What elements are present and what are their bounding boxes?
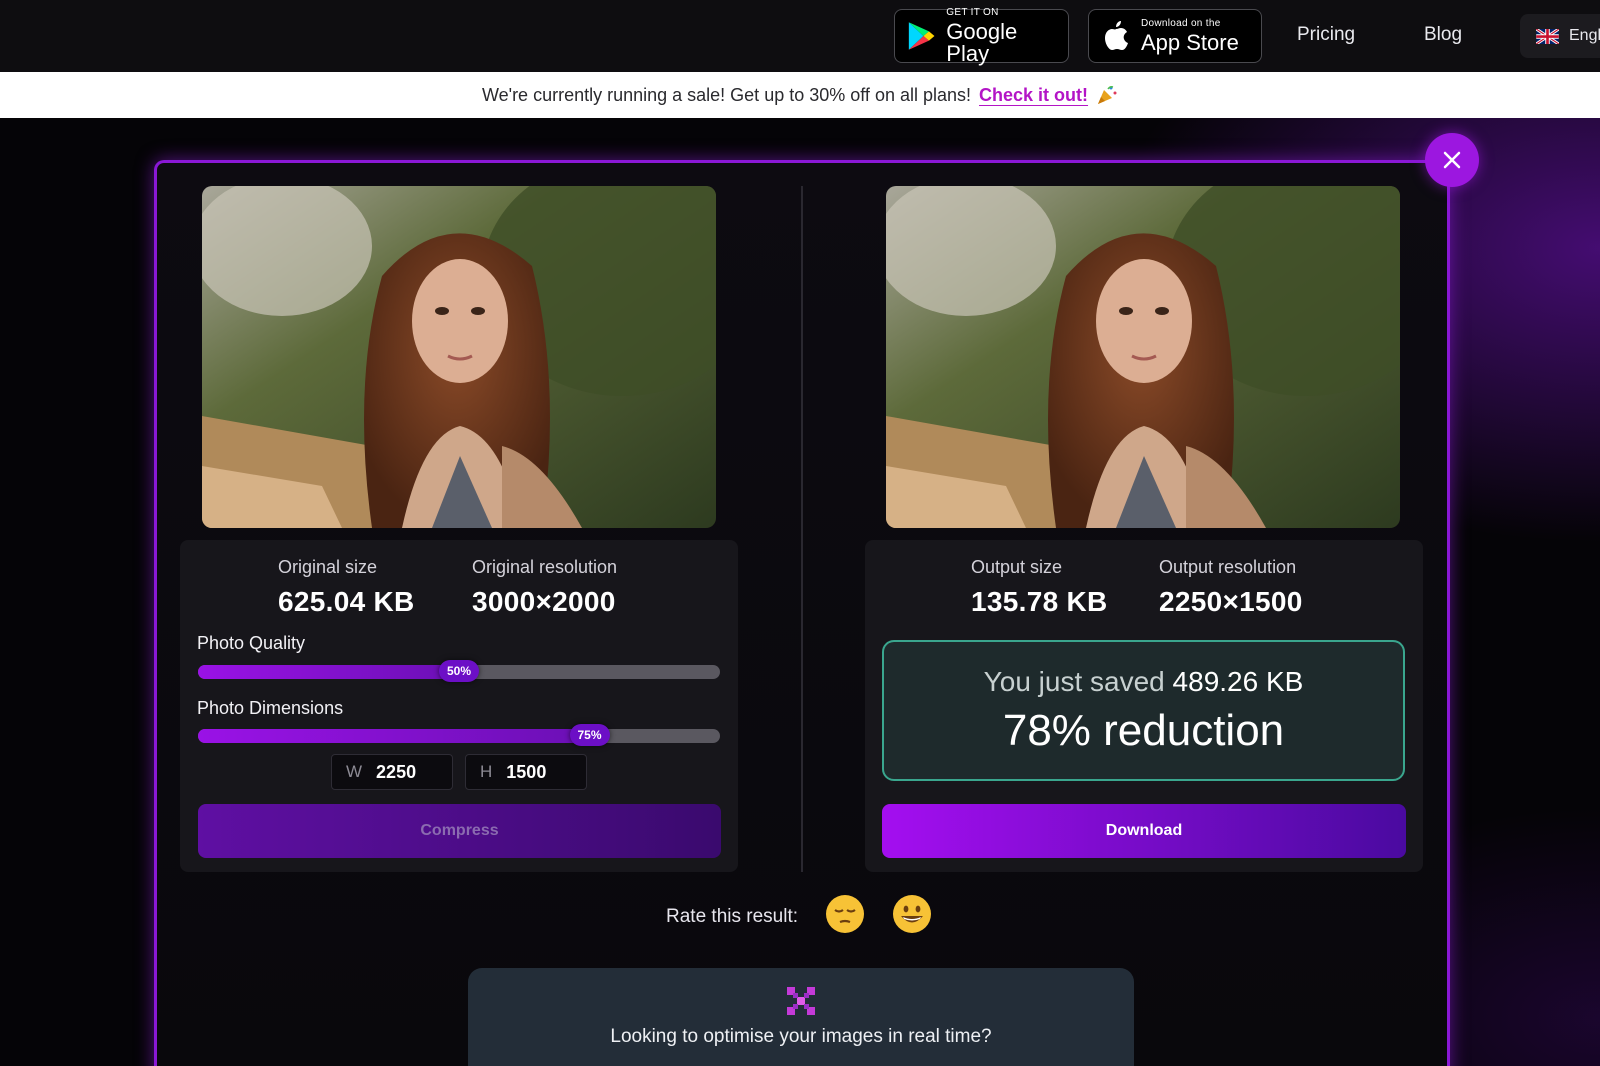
height-value: 1500 — [506, 761, 547, 782]
width-value: 2250 — [376, 761, 417, 782]
output-size-stat: Output size 135.78 KB — [971, 557, 1108, 618]
original-size-value: 625.04 KB — [278, 586, 415, 617]
width-prefix: W — [346, 762, 363, 781]
sale-text: We're currently running a sale! Get up t… — [481, 84, 972, 105]
height-prefix: H — [480, 762, 493, 781]
unhappy-face-icon[interactable] — [824, 893, 866, 935]
app-store-button[interactable]: Download on the App Store — [1088, 9, 1262, 63]
close-button[interactable] — [1425, 133, 1479, 187]
photo-quality-fill — [198, 665, 459, 679]
photo-dimensions-fill — [198, 729, 590, 743]
savings-summary: You just saved 489.26 KB 78% reduction — [882, 640, 1405, 781]
output-size-value: 135.78 KB — [971, 586, 1108, 617]
photo-quality-label: Photo Quality — [197, 633, 306, 653]
photo-dimensions-slider[interactable]: 75% — [198, 724, 720, 746]
language-label: Engl — [1569, 27, 1600, 44]
promo-card — [468, 968, 1134, 1066]
height-field[interactable]: H 1500 — [465, 754, 587, 790]
reduction-text: 78% reduction — [1002, 705, 1285, 755]
saved-value: 489.26 KB — [1172, 665, 1304, 697]
original-size-label: Original size — [278, 557, 378, 577]
api-logo-icon — [787, 987, 815, 1015]
rate-label: Rate this result: — [666, 906, 798, 927]
app-store-label: App Store — [1141, 29, 1239, 55]
nav-blog-link[interactable]: Blog — [1424, 24, 1462, 46]
original-resolution-label: Original resolution — [472, 557, 618, 577]
app-store-small: Download on the — [1141, 17, 1221, 29]
output-photo — [886, 186, 1400, 528]
party-popper-icon — [1098, 86, 1117, 104]
output-size-label: Output size — [971, 557, 1063, 577]
saved-prefix: You just saved — [983, 665, 1165, 697]
promo-text: Looking to optimise your images in real … — [610, 1026, 992, 1047]
original-resolution-stat: Original resolution 3000×2000 — [472, 557, 617, 618]
original-size-stat: Original size 625.04 KB — [278, 557, 415, 618]
photo-dimensions-thumb[interactable]: 75% — [569, 724, 610, 746]
uk-flag-icon — [1536, 28, 1559, 44]
happy-face-icon[interactable] — [891, 893, 933, 935]
width-field[interactable]: W 2250 — [331, 754, 453, 790]
google-play-button[interactable]: GET IT ON Google Play — [894, 6, 1069, 66]
output-resolution-value: 2250×1500 — [1159, 586, 1303, 617]
google-play-small: GET IT ON — [946, 6, 999, 18]
google-play-icon — [908, 22, 935, 50]
sale-cta-link[interactable]: Check it out! — [979, 85, 1088, 106]
compress-button[interactable]: Compress — [198, 804, 721, 858]
top-nav: GET IT ON Google Play Download on the Ap… — [0, 0, 1600, 72]
google-play-label: Google Play — [946, 18, 1018, 66]
photo-dimensions-label: Photo Dimensions — [197, 698, 344, 718]
panel-divider — [801, 186, 803, 872]
original-resolution-value: 3000×2000 — [472, 586, 616, 617]
language-selector[interactable]: Engl — [1520, 14, 1600, 58]
download-button[interactable]: Download — [882, 804, 1406, 858]
nav-pricing-link[interactable]: Pricing — [1297, 24, 1355, 46]
apple-icon — [1105, 21, 1128, 50]
sale-banner: We're currently running a sale! Get up t… — [0, 72, 1600, 118]
saved-line: You just saved 489.26 KB — [984, 666, 1304, 698]
close-icon — [1443, 151, 1461, 169]
original-photo — [202, 186, 716, 528]
output-resolution-stat: Output resolution 2250×1500 — [1159, 557, 1303, 618]
output-resolution-label: Output resolution — [1159, 557, 1297, 577]
photo-quality-thumb[interactable]: 50% — [438, 660, 480, 682]
photo-quality-slider[interactable]: 50% — [198, 660, 720, 682]
